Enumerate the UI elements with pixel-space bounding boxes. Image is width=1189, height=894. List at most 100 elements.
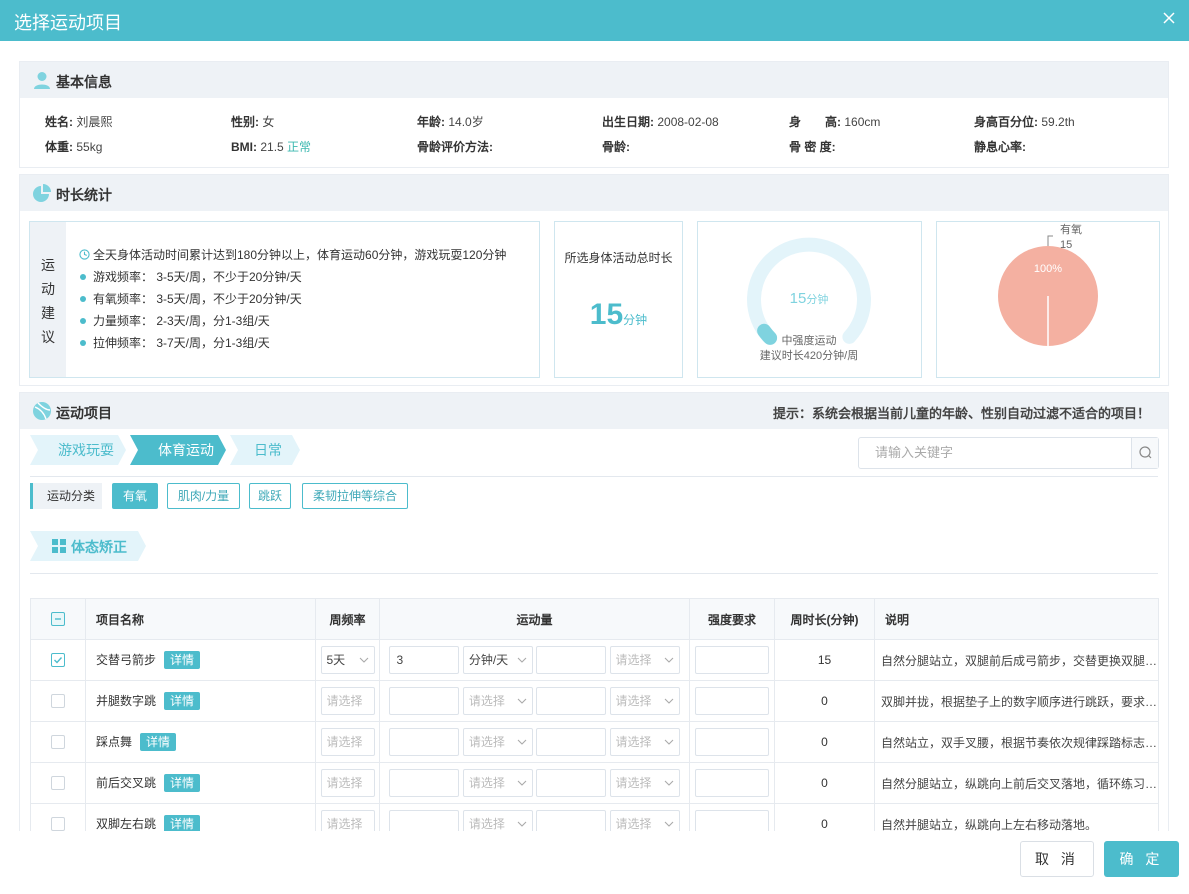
intensity-input[interactable] xyxy=(695,728,769,756)
detail-button[interactable]: 详情 xyxy=(164,692,201,711)
category-chip-strength[interactable]: 肌肉/力量 xyxy=(167,483,240,509)
tab-daily[interactable]: 日常 xyxy=(238,435,298,465)
row-checkbox-cell xyxy=(30,639,86,681)
info-bone-age: 骨龄: xyxy=(602,140,630,154)
amount-unit-select[interactable]: 请选择 xyxy=(462,687,533,715)
clock-icon xyxy=(79,249,90,260)
row-checkbox[interactable] xyxy=(51,817,65,831)
row-name: 并腿数字跳 xyxy=(96,693,157,708)
amount-extra-select[interactable]: 请选择 xyxy=(609,646,680,674)
category-chip-jump[interactable]: 跳跃 xyxy=(249,483,291,509)
amount-extra-input[interactable] xyxy=(536,728,607,756)
amount-input[interactable] xyxy=(389,769,460,797)
row-frequency-cell: 请选择 xyxy=(315,803,380,831)
sport-pie-card: 有氧 15 100% xyxy=(936,221,1160,378)
minus-icon xyxy=(55,618,61,621)
dialog-titlebar: 选择运动项目 xyxy=(0,0,1189,41)
bullet-icon xyxy=(80,296,86,302)
info-resting-heart-rate: 静息心率: xyxy=(974,140,1026,154)
amount-extra-select[interactable]: 请选择 xyxy=(609,687,680,715)
chevron-down-icon xyxy=(517,739,527,745)
amount-extra-select[interactable]: 请选择 xyxy=(609,769,680,797)
close-icon[interactable] xyxy=(1161,10,1177,26)
sport-advice-card: 运 动 建 议 全天身体活动时间累计达到180分钟以上，体育运动60分钟，游戏玩… xyxy=(29,221,540,378)
row-name: 交替弓箭步 xyxy=(96,652,157,667)
dialog-body[interactable]: 基本信息 姓名: 刘晨熙 性别: 女 年龄: 14.0岁 出生日期: 2008-… xyxy=(0,41,1189,831)
bmi-status: 正常 xyxy=(287,140,312,154)
amount-extra-select[interactable]: 请选择 xyxy=(609,728,680,756)
row-checkbox[interactable] xyxy=(51,653,65,668)
advice-item: 拉伸频率： 3-7天/周，分1-3组/天 xyxy=(79,335,506,357)
grid-icon xyxy=(52,537,70,555)
header-amount: 运动量 xyxy=(379,598,690,640)
chevron-down-icon xyxy=(359,657,368,663)
amount-input[interactable] xyxy=(389,687,460,715)
row-frequency-cell: 请选择 xyxy=(315,680,380,722)
table-header-row: 项目名称 周频率 运动量 强度要求 周时长(分钟) 说明 xyxy=(30,598,1159,640)
amount-unit-select[interactable]: 请选择 xyxy=(462,769,533,797)
gauge-track xyxy=(747,237,871,344)
amount-unit-select[interactable]: 请选择 xyxy=(462,728,533,756)
divider xyxy=(30,573,1158,574)
advice-item: 游戏频率： 3-5天/周，不少于20分钟/天 xyxy=(79,269,506,291)
intensity-input[interactable] xyxy=(695,810,769,831)
advice-item: 力量频率： 2-3天/周，分1-3组/天 xyxy=(79,313,506,335)
amount-extra-input[interactable] xyxy=(536,646,607,674)
amount-unit-select[interactable]: 分钟/天 xyxy=(462,646,533,674)
intensity-input[interactable] xyxy=(695,646,769,674)
row-weekly-minutes: 0 xyxy=(774,762,875,804)
row-amount-cell: 请选择 请选择 xyxy=(379,803,690,831)
info-height-percentile: 身高百分位: 59.2th xyxy=(974,115,1075,129)
amount-extra-input[interactable] xyxy=(536,810,607,831)
intensity-input[interactable] xyxy=(695,687,769,715)
table-row: 交替弓箭步 详情 5天 3 分钟/天 请选择 15 自然分腿站立，双腿前后成弓箭步… xyxy=(30,639,1159,681)
category-chip-flexibility[interactable]: 柔韧拉伸等综合 xyxy=(302,483,408,509)
select-all-checkbox[interactable] xyxy=(51,612,65,627)
pie-percent-label: 100% xyxy=(1034,263,1062,275)
amount-extra-input[interactable] xyxy=(536,769,607,797)
info-height: 身 高: 160cm xyxy=(789,115,881,129)
frequency-select[interactable]: 请选择 xyxy=(320,769,375,797)
tab-sport[interactable]: 体育运动 xyxy=(138,435,234,465)
row-weekly-minutes: 0 xyxy=(774,803,875,831)
detail-button[interactable]: 详情 xyxy=(164,651,201,670)
detail-button[interactable]: 详情 xyxy=(164,774,201,793)
frequency-select[interactable]: 5天 xyxy=(320,646,375,674)
chevron-down-icon xyxy=(664,821,673,827)
row-checkbox[interactable] xyxy=(51,735,65,750)
pie-label-leader xyxy=(1047,235,1053,246)
dialog-title: 选择运动项目 xyxy=(14,13,122,33)
chevron-down-icon xyxy=(517,657,527,663)
cancel-button[interactable]: 取 消 xyxy=(1020,841,1094,877)
detail-button[interactable]: 详情 xyxy=(164,815,201,831)
category-chip-aerobic[interactable]: 有氧 xyxy=(112,483,158,509)
amount-input[interactable] xyxy=(389,810,460,831)
frequency-select[interactable]: 请选择 xyxy=(320,687,375,715)
dialog-footer: 取 消 确 定 xyxy=(0,831,1189,894)
amount-input[interactable] xyxy=(389,728,460,756)
detail-button[interactable]: 详情 xyxy=(140,733,177,752)
chevron-down-icon xyxy=(664,698,673,704)
search-input[interactable] xyxy=(875,445,1115,460)
amount-unit-select[interactable]: 请选择 xyxy=(462,810,533,831)
amount-input[interactable]: 3 xyxy=(389,646,460,674)
chevron-down-icon xyxy=(664,739,673,745)
filter-hint: 提示：系统会根据当前儿童的年龄、性别自动过滤不适合的项目！ xyxy=(772,406,1150,421)
search-button[interactable] xyxy=(1131,438,1158,468)
row-amount-cell: 请选择 请选择 xyxy=(379,762,690,804)
row-intensity-cell xyxy=(689,639,775,681)
divider xyxy=(30,476,1158,477)
confirm-button[interactable]: 确 定 xyxy=(1104,841,1179,877)
info-gender: 性别: 女 xyxy=(231,115,275,129)
frequency-select[interactable]: 请选择 xyxy=(320,728,375,756)
tab-posture[interactable]: 体态矫正 xyxy=(71,537,127,557)
row-checkbox[interactable] xyxy=(51,776,65,791)
amount-extra-select[interactable]: 请选择 xyxy=(609,810,680,831)
tab-play[interactable]: 游戏玩耍 xyxy=(38,435,134,465)
row-checkbox[interactable] xyxy=(51,694,65,709)
amount-extra-input[interactable] xyxy=(536,687,607,715)
intensity-input[interactable] xyxy=(695,769,769,797)
row-checkbox-cell xyxy=(30,803,86,831)
bullet-icon xyxy=(80,340,86,346)
frequency-select[interactable]: 请选择 xyxy=(320,810,375,831)
